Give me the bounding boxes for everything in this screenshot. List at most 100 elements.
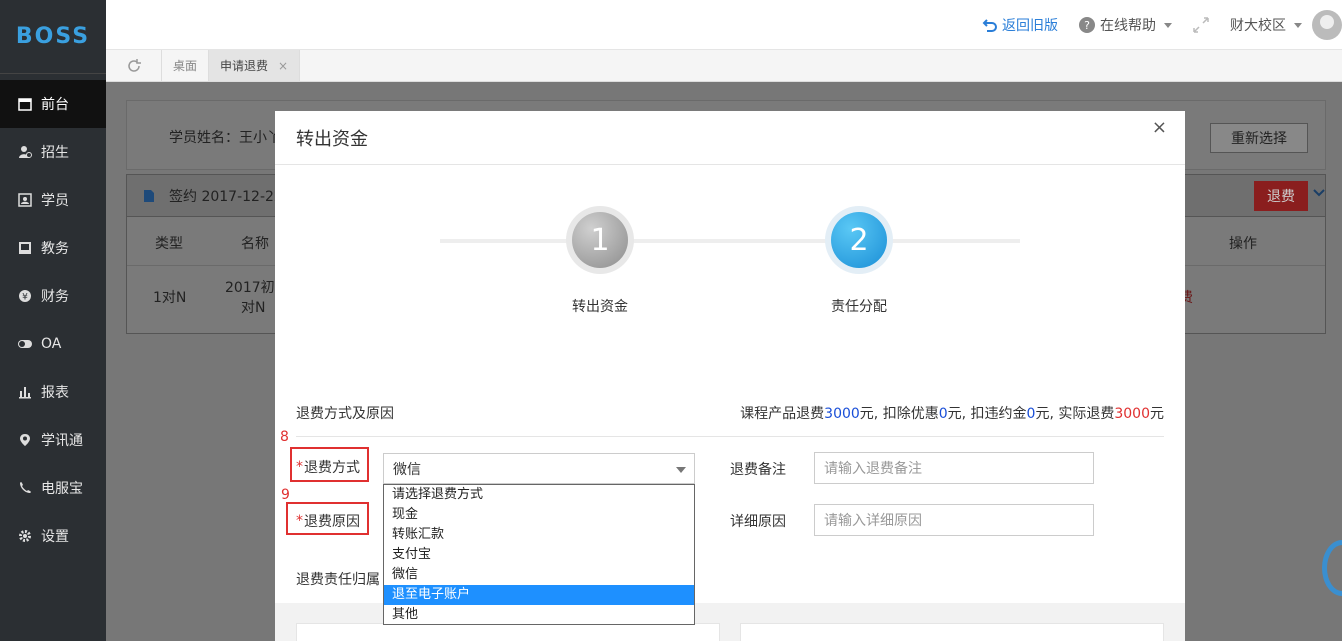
sidebar-item-xuexuntong[interactable]: 学讯通 <box>0 416 106 464</box>
expand-icon <box>1192 16 1210 34</box>
student-name: 学员姓名：王小丫 <box>169 130 281 146</box>
location-icon <box>17 432 33 448</box>
campus-label: 财大校区 <box>1230 18 1286 34</box>
sidebar-item-students[interactable]: 学员 <box>0 176 106 224</box>
responsibility-label: 退费责任归属 <box>296 572 380 588</box>
dropdown-option[interactable]: 其他 <box>384 605 694 625</box>
back-to-old-version-button[interactable]: 返回旧版 <box>982 15 1058 35</box>
section-title: 退费方式及原因 <box>296 406 394 422</box>
step-number: 2 <box>831 212 887 268</box>
label-text: 退费原因 <box>304 514 360 530</box>
dropdown-option[interactable]: 请选择退费方式 <box>384 485 694 505</box>
column-action: 操作 <box>1229 236 1257 252</box>
summary-text: 元 <box>1150 406 1164 422</box>
tab-label: 申请退费 <box>220 59 269 73</box>
column-name: 名称 <box>241 236 269 252</box>
undo-icon <box>982 17 998 33</box>
dropdown-option[interactable]: 现金 <box>384 505 694 525</box>
sidebar-item-label: 电服宝 <box>41 481 83 497</box>
responsibility-panel-left <box>296 623 720 641</box>
close-icon[interactable]: × <box>1152 117 1167 138</box>
sidebar-item-frontdesk[interactable]: 前台 <box>0 80 106 128</box>
sidebar-nav: 前台 招生 学员 教务 ¥ 财务 OA 报表 学讯通 电服宝 设置 <box>0 80 106 560</box>
refund-method-dropdown: 请选择退费方式 现金 转账汇款 支付宝 微信 退至电子账户 其他 <box>383 484 695 625</box>
required-star: * <box>296 459 303 475</box>
svg-text:¥: ¥ <box>22 293 28 303</box>
id-card-icon <box>17 192 33 208</box>
toggle-icon <box>17 336 33 352</box>
responsibility-panel-right <box>740 623 1164 641</box>
document-icon <box>143 189 155 203</box>
reselect-button[interactable]: 重新选择 <box>1210 123 1308 153</box>
chevron-down-icon <box>1294 22 1302 28</box>
summary-text: 元, 实际退费 <box>1035 406 1115 422</box>
sidebar-item-label: 财务 <box>41 289 69 305</box>
sidebar: BOSS 前台 招生 学员 教务 ¥ 财务 OA 报表 学讯通 电服宝 设置 <box>0 0 106 641</box>
campus-menu[interactable]: 财大校区 <box>1230 15 1302 35</box>
sidebar-item-settings[interactable]: 设置 <box>0 512 106 560</box>
dropdown-option[interactable]: 支付宝 <box>384 545 694 565</box>
calendar-icon <box>17 96 33 112</box>
annotation-number-8: 8 <box>280 429 289 445</box>
summary-text: 元, 扣违约金 <box>947 406 1027 422</box>
refresh-button[interactable] <box>106 50 162 81</box>
sidebar-item-label: OA <box>41 336 62 352</box>
refund-reason-label: * 退费原因 <box>296 511 360 531</box>
avatar[interactable] <box>1312 10 1342 40</box>
step-number: 1 <box>572 212 628 268</box>
annotation-number-9: 9 <box>281 487 290 503</box>
column-type: 类型 <box>155 236 183 252</box>
discount-amount: 0 <box>938 406 948 422</box>
summary-text: 元, 扣除优惠 <box>859 406 939 422</box>
tab-bar: 桌面 申请退费 × <box>106 50 1342 82</box>
sidebar-item-label: 学讯通 <box>41 433 83 449</box>
summary-text: 课程产品退费 <box>740 406 825 422</box>
bar-chart-icon <box>17 384 33 400</box>
sidebar-item-finance[interactable]: ¥ 财务 <box>0 272 106 320</box>
chevron-down-icon[interactable] <box>1313 188 1325 198</box>
fullscreen-button[interactable] <box>1192 16 1210 34</box>
step-1-label: 转出资金 <box>572 299 628 315</box>
top-bar: 返回旧版 ? 在线帮助 财大校区 <box>106 0 1342 50</box>
dropdown-option-highlighted[interactable]: 退至电子账户 <box>384 585 694 605</box>
tab-apply-refund[interactable]: 申请退费 × <box>209 50 301 81</box>
modal-title: 转出资金 <box>296 128 368 150</box>
sidebar-item-label: 招生 <box>41 145 69 161</box>
svg-text:?: ? <box>1084 19 1090 32</box>
step-2: 2 <box>825 206 893 274</box>
sidebar-item-label: 设置 <box>41 529 69 545</box>
user-plus-icon <box>17 144 33 160</box>
boss-logo: BOSS <box>0 0 106 74</box>
dropdown-option[interactable]: 转账汇款 <box>384 525 694 545</box>
top-bar-actions: 返回旧版 ? 在线帮助 财大校区 <box>982 0 1342 50</box>
sidebar-item-oa[interactable]: OA <box>0 320 106 368</box>
refund-remark-label: 退费备注 <box>730 462 786 478</box>
step-2-label: 责任分配 <box>831 299 887 315</box>
detail-reason-input[interactable]: 请输入详细原因 <box>814 504 1094 536</box>
online-help-menu[interactable]: ? 在线帮助 <box>1078 15 1172 35</box>
transfer-funds-modal: 转出资金 × 1 2 转出资金 责任分配 退费方式及原因 课程产品退费3000元… <box>275 111 1185 641</box>
course-refund-amount: 3000 <box>824 406 860 422</box>
row-name-line2: 对N <box>241 300 266 316</box>
book-icon <box>17 240 33 256</box>
sidebar-item-enrollment[interactable]: 招生 <box>0 128 106 176</box>
close-icon[interactable]: × <box>278 59 288 73</box>
row-type: 1对N <box>153 290 187 306</box>
refund-method-select[interactable]: 微信 <box>383 453 695 484</box>
step-progress-track <box>440 239 1020 243</box>
select-value: 微信 <box>393 461 421 478</box>
chevron-down-icon <box>1164 22 1172 28</box>
sidebar-item-reports[interactable]: 报表 <box>0 368 106 416</box>
refund-remark-input[interactable]: 请输入退费备注 <box>814 452 1094 484</box>
phone-icon <box>17 480 33 496</box>
sidebar-item-academic[interactable]: 教务 <box>0 224 106 272</box>
modal-header: 转出资金 × <box>275 111 1185 165</box>
sidebar-item-dianfubao[interactable]: 电服宝 <box>0 464 106 512</box>
refund-button[interactable]: 退费 <box>1254 181 1308 211</box>
sidebar-item-label: 学员 <box>41 193 69 209</box>
dropdown-option[interactable]: 微信 <box>384 565 694 585</box>
tab-desktop[interactable]: 桌面 <box>162 50 210 81</box>
section-divider <box>296 436 1164 437</box>
actual-refund-amount: 3000 <box>1114 406 1150 422</box>
refund-summary: 课程产品退费3000元, 扣除优惠0元, 扣违约金0元, 实际退费3000元 <box>740 403 1164 423</box>
